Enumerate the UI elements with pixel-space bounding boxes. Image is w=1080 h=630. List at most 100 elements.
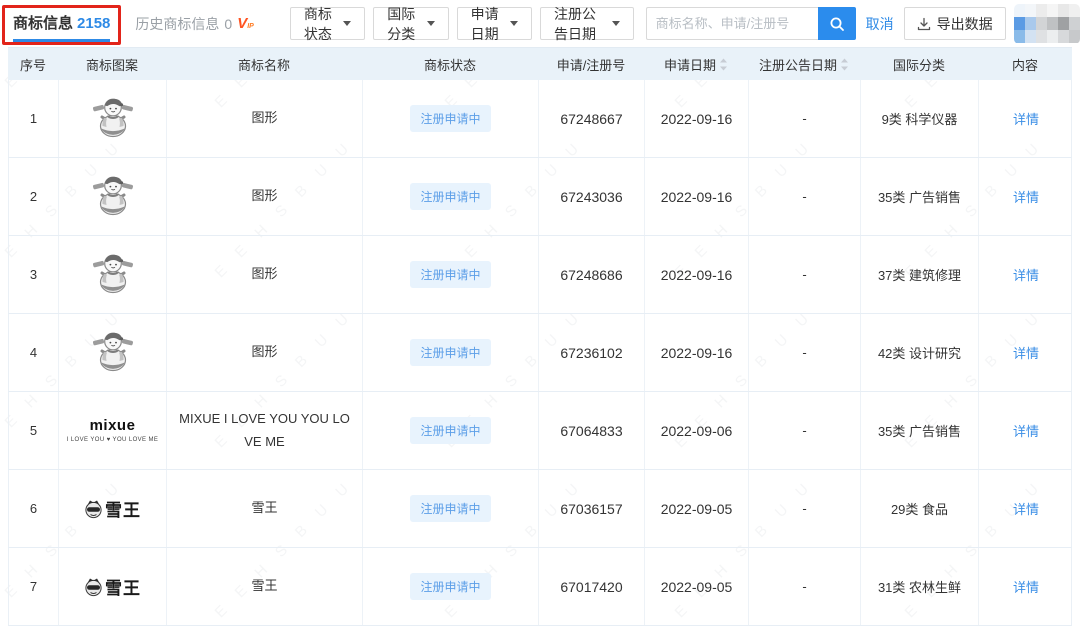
row-index-cell: 4 bbox=[9, 314, 59, 391]
status-badge: 注册申请中 bbox=[410, 495, 490, 522]
intl-class-cell: 37类 建筑修理 bbox=[861, 236, 979, 313]
header-reg-number: 申请/注册号 bbox=[538, 48, 644, 80]
publication-date-cell: - bbox=[749, 548, 861, 625]
detail-link[interactable]: 详情 bbox=[1013, 343, 1039, 362]
detail-link[interactable]: 详情 bbox=[1013, 187, 1039, 206]
trademark-status-cell: 注册申请中 bbox=[363, 80, 539, 157]
snow-king-head-icon bbox=[84, 499, 103, 519]
header-application-date[interactable]: 申请日期 bbox=[644, 48, 748, 80]
application-date: 2022-09-16 bbox=[661, 267, 733, 283]
snowman-logo bbox=[92, 329, 134, 373]
trademark-name: 雪王 bbox=[251, 497, 277, 519]
reg-number-cell: 67243036 bbox=[539, 158, 645, 235]
status-badge: 注册申请中 bbox=[410, 261, 490, 288]
user-account-redacted[interactable] bbox=[1014, 4, 1080, 44]
trademark-name-cell: 雪王 bbox=[167, 548, 363, 625]
detail-link[interactable]: 详情 bbox=[1013, 577, 1039, 596]
publication-date-cell: - bbox=[749, 470, 861, 547]
filter-label: 申请日期 bbox=[471, 4, 501, 44]
intl-class-cell: 29类 食品 bbox=[861, 470, 979, 547]
reg-number: 67064833 bbox=[560, 423, 622, 439]
trademark-name: 图形 bbox=[251, 263, 277, 285]
export-data-button[interactable]: 导出数据 bbox=[904, 7, 1006, 40]
table-row: 6 雪王 雪王 注册申请中 67036157 2022-09-05 - 29类 … bbox=[8, 470, 1072, 548]
application-date-cell: 2022-09-16 bbox=[645, 236, 749, 313]
reg-number: 67248686 bbox=[560, 267, 622, 283]
trademark-logo-cell bbox=[59, 236, 167, 313]
table-row: 5 mixueI LOVE YOU ♥ YOU LOVE ME MIXUE I … bbox=[8, 392, 1072, 470]
row-index: 6 bbox=[30, 501, 37, 516]
trademark-status-cell: 注册申请中 bbox=[363, 236, 539, 313]
trademark-logo-cell: mixueI LOVE YOU ♥ YOU LOVE ME bbox=[59, 392, 167, 469]
intl-class-cell: 35类 广告销售 bbox=[861, 158, 979, 235]
trademark-logo: 雪王 bbox=[84, 574, 141, 599]
header-publication-date[interactable]: 注册公告日期 bbox=[748, 48, 860, 80]
detail-link[interactable]: 详情 bbox=[1013, 109, 1039, 128]
cancel-link[interactable]: 取消 bbox=[866, 14, 894, 34]
header-content: 内容 bbox=[978, 48, 1072, 80]
intl-class: 35类 广告销售 bbox=[878, 187, 961, 206]
row-index: 3 bbox=[30, 267, 37, 282]
sort-icon[interactable] bbox=[840, 58, 849, 71]
table-row: 7 雪王 雪王 注册申请中 67017420 2022-09-05 - 31类 … bbox=[8, 548, 1072, 626]
filter-trademark-status[interactable]: 商标状态 bbox=[290, 7, 365, 40]
search-button[interactable] bbox=[818, 7, 856, 40]
intl-class-cell: 9类 科学仪器 bbox=[861, 80, 979, 157]
detail-link[interactable]: 详情 bbox=[1013, 421, 1039, 440]
trademark-logo bbox=[92, 173, 134, 220]
status-badge: 注册申请中 bbox=[410, 417, 490, 444]
reg-number-cell: 67036157 bbox=[539, 470, 645, 547]
publication-date: - bbox=[802, 111, 806, 126]
application-date: 2022-09-16 bbox=[661, 111, 733, 127]
publication-date-cell: - bbox=[749, 236, 861, 313]
export-label: 导出数据 bbox=[937, 14, 993, 34]
reg-number-cell: 67064833 bbox=[539, 392, 645, 469]
publication-date: - bbox=[802, 345, 806, 360]
intl-class: 35类 广告销售 bbox=[878, 421, 961, 440]
trademark-count: 2158 bbox=[77, 15, 110, 32]
header-index: 序号 bbox=[8, 48, 58, 80]
application-date-cell: 2022-09-16 bbox=[645, 80, 749, 157]
detail-link[interactable]: 详情 bbox=[1013, 265, 1039, 284]
application-date-cell: 2022-09-05 bbox=[645, 548, 749, 625]
row-index-cell: 2 bbox=[9, 158, 59, 235]
header-status: 商标状态 bbox=[362, 48, 538, 80]
row-index-cell: 6 bbox=[9, 470, 59, 547]
sort-icon[interactable] bbox=[719, 58, 728, 71]
intl-class-cell: 31类 农林生鲜 bbox=[861, 548, 979, 625]
filter-label: 注册公告日期 bbox=[554, 4, 603, 44]
snow-king-logo: 雪王 bbox=[84, 496, 141, 521]
search-input[interactable] bbox=[646, 7, 818, 40]
header-name: 商标名称 bbox=[166, 48, 362, 80]
tab-history-label: 历史商标信息 bbox=[135, 14, 219, 34]
intl-class: 29类 食品 bbox=[891, 499, 948, 518]
detail-cell: 详情 bbox=[979, 314, 1073, 391]
trademark-logo-cell: 雪王 bbox=[59, 470, 167, 547]
tab-trademark-info[interactable]: 商标信息2158 bbox=[13, 12, 110, 42]
status-badge: 注册申请中 bbox=[410, 573, 490, 600]
detail-cell: 详情 bbox=[979, 80, 1073, 157]
application-date: 2022-09-16 bbox=[661, 345, 733, 361]
intl-class: 31类 农林生鲜 bbox=[878, 577, 961, 596]
publication-date: - bbox=[802, 267, 806, 282]
table-row: 1 图形 注册申请中 67248667 2022-09-16 - 9类 科学仪器… bbox=[8, 80, 1072, 158]
filter-application-date[interactable]: 申请日期 bbox=[457, 7, 532, 40]
publication-date: - bbox=[802, 501, 806, 516]
header-intl-class: 国际分类 bbox=[860, 48, 978, 80]
application-date-cell: 2022-09-05 bbox=[645, 470, 749, 547]
row-index: 1 bbox=[30, 111, 37, 126]
filter-intl-class[interactable]: 国际分类 bbox=[373, 7, 448, 40]
detail-link[interactable]: 详情 bbox=[1013, 499, 1039, 518]
publication-date-cell: - bbox=[749, 80, 861, 157]
application-date: 2022-09-05 bbox=[661, 501, 733, 517]
filter-publication-date[interactable]: 注册公告日期 bbox=[540, 7, 634, 40]
filter-bar: 商标状态 国际分类 申请日期 注册公告日期 bbox=[290, 7, 634, 40]
trademark-logo: mixueI LOVE YOU ♥ YOU LOVE ME bbox=[67, 417, 159, 444]
publication-date-cell: - bbox=[749, 392, 861, 469]
status-badge: 注册申请中 bbox=[410, 105, 490, 132]
toolbar: 商标信息2158 历史商标信息 0 VIP 商标状态 国际分类 申请日期 注册公… bbox=[0, 0, 1080, 47]
table-header-row: 序号 商标图案 商标名称 商标状态 申请/注册号 申请日期 注册公告日期 国际分… bbox=[8, 47, 1072, 80]
status-badge: 注册申请中 bbox=[410, 183, 490, 210]
tab-history-trademark-info[interactable]: 历史商标信息 0 VIP bbox=[135, 14, 253, 34]
trademark-logo bbox=[92, 251, 134, 298]
